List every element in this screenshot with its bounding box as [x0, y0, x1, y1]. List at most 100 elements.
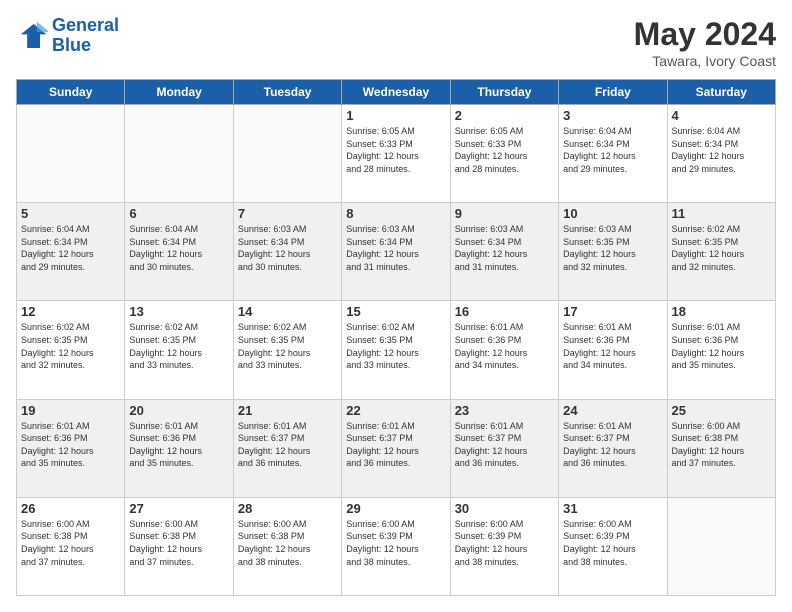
calendar-week-row: 1Sunrise: 6:05 AM Sunset: 6:33 PM Daylig…: [17, 105, 776, 203]
day-number: 10: [563, 206, 662, 221]
table-row: 4Sunrise: 6:04 AM Sunset: 6:34 PM Daylig…: [667, 105, 775, 203]
day-info: Sunrise: 6:02 AM Sunset: 6:35 PM Dayligh…: [346, 321, 445, 371]
month-year: May 2024: [634, 16, 776, 53]
col-tuesday: Tuesday: [233, 80, 341, 105]
day-number: 16: [455, 304, 554, 319]
calendar-table: Sunday Monday Tuesday Wednesday Thursday…: [16, 79, 776, 596]
table-row: 3Sunrise: 6:04 AM Sunset: 6:34 PM Daylig…: [559, 105, 667, 203]
table-row: 12 Sunrise: 6:02 AM Sunset: 6:35 PM Dayli…: [17, 301, 125, 399]
table-row: 24 Sunrise: 6:01 AM Sunset: 6:37 PM Dayli…: [559, 399, 667, 497]
day-info: Sunrise: 6:01 AM Sunset: 6:37 PM Dayligh…: [455, 420, 554, 470]
day-number: 7: [238, 206, 337, 221]
day-info: Sunrise: 6:04 AM Sunset: 6:34 PM Dayligh…: [129, 223, 228, 273]
logo-line1: General: [52, 15, 119, 35]
day-number: 23: [455, 403, 554, 418]
table-row: 19 Sunrise: 6:01 AM Sunset: 6:36 PM Dayli…: [17, 399, 125, 497]
table-row: 21 Sunrise: 6:01 AM Sunset: 6:37 PM Dayli…: [233, 399, 341, 497]
table-row: 7 Sunrise: 6:03 AM Sunset: 6:34 PM Daylig…: [233, 203, 341, 301]
table-row: 25Sunrise: 6:00 AM Sunset: 6:38 PM Dayli…: [667, 399, 775, 497]
day-number: 17: [563, 304, 662, 319]
day-info: Sunrise: 6:02 AM Sunset: 6:35 PM Dayligh…: [21, 321, 120, 371]
day-number: 21: [238, 403, 337, 418]
day-number: 26: [21, 501, 120, 516]
table-row: [233, 105, 341, 203]
calendar-week-row: 5 Sunrise: 6:04 AM Sunset: 6:34 PM Daylig…: [17, 203, 776, 301]
day-number: 19: [21, 403, 120, 418]
day-number: 31: [563, 501, 662, 516]
day-info: Sunrise: 6:01 AM Sunset: 6:37 PM Dayligh…: [563, 420, 662, 470]
day-number: 22: [346, 403, 445, 418]
day-info: Sunrise: 6:03 AM Sunset: 6:34 PM Dayligh…: [455, 223, 554, 273]
table-row: 29 Sunrise: 6:00 AM Sunset: 6:39 PM Dayli…: [342, 497, 450, 595]
day-info: Sunrise: 6:00 AM Sunset: 6:39 PM Dayligh…: [455, 518, 554, 568]
table-row: [125, 105, 233, 203]
calendar-week-row: 19 Sunrise: 6:01 AM Sunset: 6:36 PM Dayli…: [17, 399, 776, 497]
calendar-week-row: 12 Sunrise: 6:02 AM Sunset: 6:35 PM Dayli…: [17, 301, 776, 399]
day-number: 18: [672, 304, 771, 319]
table-row: 26 Sunrise: 6:00 AM Sunset: 6:38 PM Dayli…: [17, 497, 125, 595]
table-row: 31 Sunrise: 6:00 AM Sunset: 6:39 PM Dayli…: [559, 497, 667, 595]
day-number: 28: [238, 501, 337, 516]
day-info: Sunrise: 6:02 AM Sunset: 6:35 PM Dayligh…: [129, 321, 228, 371]
day-info: Sunrise: 6:00 AM Sunset: 6:38 PM Dayligh…: [129, 518, 228, 568]
table-row: 11 Sunrise: 6:02 AM Sunset: 6:35 PM Dayli…: [667, 203, 775, 301]
calendar-header-row: Sunday Monday Tuesday Wednesday Thursday…: [17, 80, 776, 105]
day-info: Sunrise: 6:05 AM Sunset: 6:33 PM Dayligh…: [455, 125, 554, 175]
table-row: 23 Sunrise: 6:01 AM Sunset: 6:37 PM Dayli…: [450, 399, 558, 497]
table-row: 6 Sunrise: 6:04 AM Sunset: 6:34 PM Daylig…: [125, 203, 233, 301]
table-row: 15 Sunrise: 6:02 AM Sunset: 6:35 PM Dayli…: [342, 301, 450, 399]
day-info: Sunrise: 6:04 AM Sunset: 6:34 PM Dayligh…: [672, 125, 771, 175]
day-info: Sunrise: 6:00 AM Sunset: 6:39 PM Dayligh…: [346, 518, 445, 568]
table-row: [17, 105, 125, 203]
day-number: 29: [346, 501, 445, 516]
table-row: 20 Sunrise: 6:01 AM Sunset: 6:36 PM Dayli…: [125, 399, 233, 497]
day-info: Sunrise: 6:01 AM Sunset: 6:37 PM Dayligh…: [346, 420, 445, 470]
table-row: 18Sunrise: 6:01 AM Sunset: 6:36 PM Dayli…: [667, 301, 775, 399]
day-info: Sunrise: 6:00 AM Sunset: 6:38 PM Dayligh…: [238, 518, 337, 568]
day-info: Sunrise: 6:03 AM Sunset: 6:35 PM Dayligh…: [563, 223, 662, 273]
col-friday: Friday: [559, 80, 667, 105]
day-info: Sunrise: 6:02 AM Sunset: 6:35 PM Dayligh…: [672, 223, 771, 273]
col-thursday: Thursday: [450, 80, 558, 105]
day-info: Sunrise: 6:00 AM Sunset: 6:38 PM Dayligh…: [21, 518, 120, 568]
table-row: 27 Sunrise: 6:00 AM Sunset: 6:38 PM Dayli…: [125, 497, 233, 595]
table-row: 22 Sunrise: 6:01 AM Sunset: 6:37 PM Dayli…: [342, 399, 450, 497]
table-row: 1Sunrise: 6:05 AM Sunset: 6:33 PM Daylig…: [342, 105, 450, 203]
day-info: Sunrise: 6:00 AM Sunset: 6:38 PM Dayligh…: [672, 420, 771, 470]
title-block: May 2024 Tawara, Ivory Coast: [634, 16, 776, 69]
table-row: 9Sunrise: 6:03 AM Sunset: 6:34 PM Daylig…: [450, 203, 558, 301]
day-number: 12: [21, 304, 120, 319]
day-info: Sunrise: 6:05 AM Sunset: 6:33 PM Dayligh…: [346, 125, 445, 175]
day-info: Sunrise: 6:01 AM Sunset: 6:36 PM Dayligh…: [129, 420, 228, 470]
day-info: Sunrise: 6:03 AM Sunset: 6:34 PM Dayligh…: [238, 223, 337, 273]
table-row: [667, 497, 775, 595]
day-number: 6: [129, 206, 228, 221]
day-info: Sunrise: 6:00 AM Sunset: 6:39 PM Dayligh…: [563, 518, 662, 568]
day-info: Sunrise: 6:04 AM Sunset: 6:34 PM Dayligh…: [21, 223, 120, 273]
calendar-week-row: 26 Sunrise: 6:00 AM Sunset: 6:38 PM Dayli…: [17, 497, 776, 595]
col-wednesday: Wednesday: [342, 80, 450, 105]
table-row: 10 Sunrise: 6:03 AM Sunset: 6:35 PM Dayli…: [559, 203, 667, 301]
day-number: 30: [455, 501, 554, 516]
logo-text: General Blue: [52, 16, 119, 56]
day-number: 5: [21, 206, 120, 221]
day-number: 2: [455, 108, 554, 123]
col-sunday: Sunday: [17, 80, 125, 105]
day-number: 11: [672, 206, 771, 221]
day-number: 24: [563, 403, 662, 418]
day-number: 15: [346, 304, 445, 319]
day-info: Sunrise: 6:01 AM Sunset: 6:37 PM Dayligh…: [238, 420, 337, 470]
day-info: Sunrise: 6:03 AM Sunset: 6:34 PM Dayligh…: [346, 223, 445, 273]
page: General Blue May 2024 Tawara, Ivory Coas…: [0, 0, 792, 612]
day-number: 20: [129, 403, 228, 418]
logo-line2: Blue: [52, 35, 91, 55]
header: General Blue May 2024 Tawara, Ivory Coas…: [16, 16, 776, 69]
table-row: 14Sunrise: 6:02 AM Sunset: 6:35 PM Dayli…: [233, 301, 341, 399]
table-row: 13 Sunrise: 6:02 AM Sunset: 6:35 PM Dayli…: [125, 301, 233, 399]
day-number: 13: [129, 304, 228, 319]
day-info: Sunrise: 6:01 AM Sunset: 6:36 PM Dayligh…: [455, 321, 554, 371]
col-saturday: Saturday: [667, 80, 775, 105]
logo: General Blue: [16, 16, 119, 56]
day-info: Sunrise: 6:01 AM Sunset: 6:36 PM Dayligh…: [21, 420, 120, 470]
day-number: 27: [129, 501, 228, 516]
